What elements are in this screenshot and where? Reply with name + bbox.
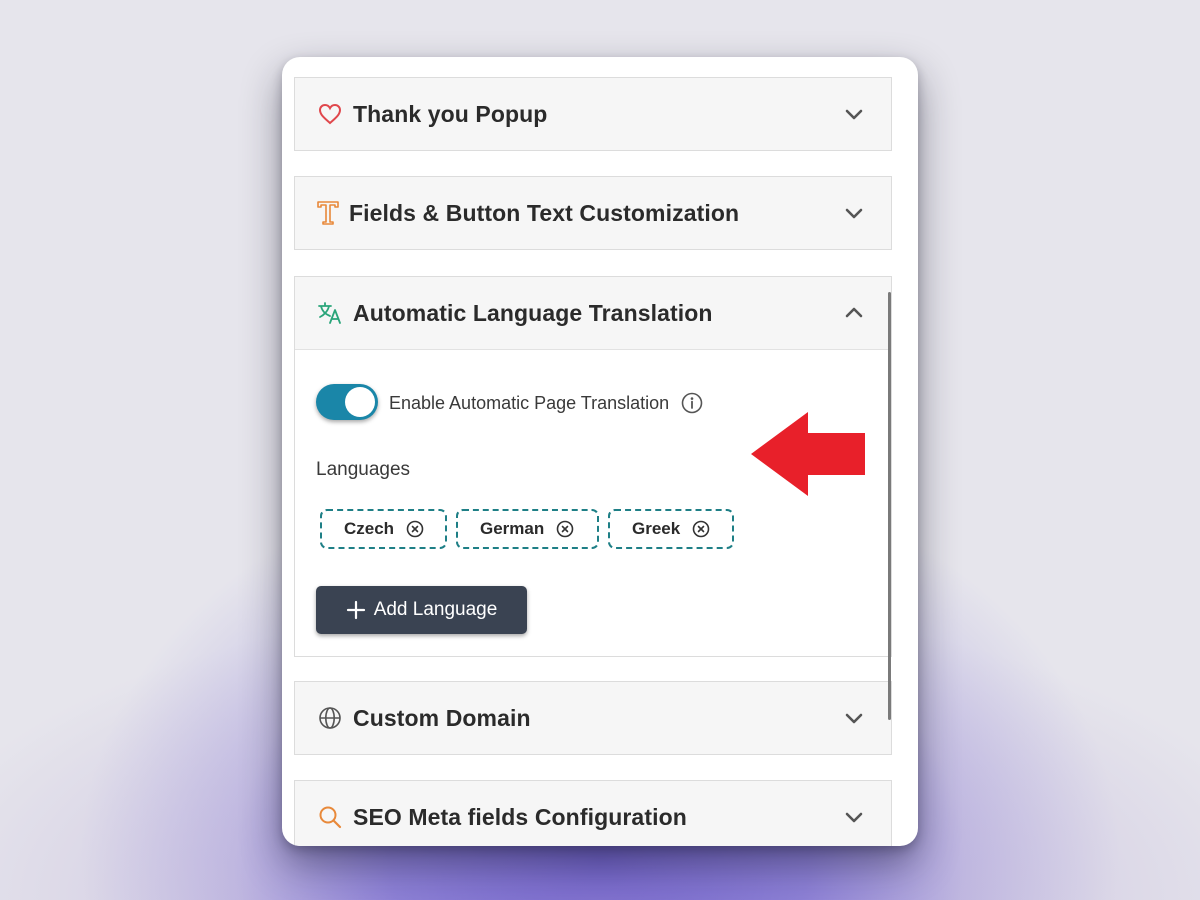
search-icon — [317, 804, 343, 830]
section-thank-you-popup: Thank you Popup — [294, 77, 892, 151]
language-chip-label: Czech — [344, 519, 395, 538]
language-chip-label: Greek — [632, 519, 681, 538]
add-language-label: Add Language — [373, 599, 498, 620]
section-title: Fields & Button Text Customization — [349, 199, 740, 226]
chevron-up-icon[interactable] — [843, 302, 865, 324]
languages-label: Languages — [316, 459, 411, 480]
remove-circle-icon[interactable] — [692, 520, 710, 538]
plus-icon — [346, 600, 365, 620]
section-custom-domain: Custom Domain — [294, 681, 892, 755]
section-seo-meta-fields: SEO Meta fields Configuration — [294, 780, 892, 846]
language-chip: Greek — [608, 509, 734, 549]
chevron-down-icon[interactable] — [843, 806, 865, 828]
translation-toggle[interactable] — [316, 384, 378, 420]
remove-circle-icon[interactable] — [556, 520, 574, 538]
scrollbar[interactable] — [888, 292, 891, 720]
translate-icon — [317, 300, 343, 326]
section-header-thank-you-popup[interactable]: Thank you Popup — [295, 78, 891, 150]
language-chip-label: German — [480, 519, 545, 538]
chevron-down-icon[interactable] — [843, 707, 865, 729]
remove-circle-icon[interactable] — [406, 520, 424, 538]
section-fields-button-text: Fields & Button Text Customization — [294, 176, 892, 250]
section-header-custom-domain[interactable]: Custom Domain — [295, 682, 891, 754]
language-chip: German — [456, 509, 599, 549]
section-title: Thank you Popup — [353, 100, 548, 127]
toggle-knob — [345, 387, 375, 417]
heart-icon — [317, 101, 343, 127]
text-format-icon — [315, 200, 341, 226]
section-title: Custom Domain — [353, 704, 531, 731]
globe-icon — [317, 705, 343, 731]
section-header-fields-button-text[interactable]: Fields & Button Text Customization — [295, 177, 891, 249]
add-language-button[interactable]: Add Language — [316, 586, 527, 634]
translation-settings-body: Enable Automatic Page Translation Langua… — [295, 349, 891, 656]
section-header-automatic-language-translation[interactable]: Automatic Language Translation — [295, 277, 891, 349]
section-title: Automatic Language Translation — [353, 299, 713, 326]
section-title: SEO Meta fields Configuration — [353, 803, 687, 830]
chevron-down-icon[interactable] — [843, 103, 865, 125]
info-icon[interactable] — [681, 392, 703, 414]
chevron-down-icon[interactable] — [843, 202, 865, 224]
language-chip: Czech — [320, 509, 447, 549]
toggle-label: Enable Automatic Page Translation — [389, 393, 670, 413]
section-header-seo-meta-fields[interactable]: SEO Meta fields Configuration — [295, 781, 891, 846]
red-arrow-annotation — [751, 412, 865, 496]
